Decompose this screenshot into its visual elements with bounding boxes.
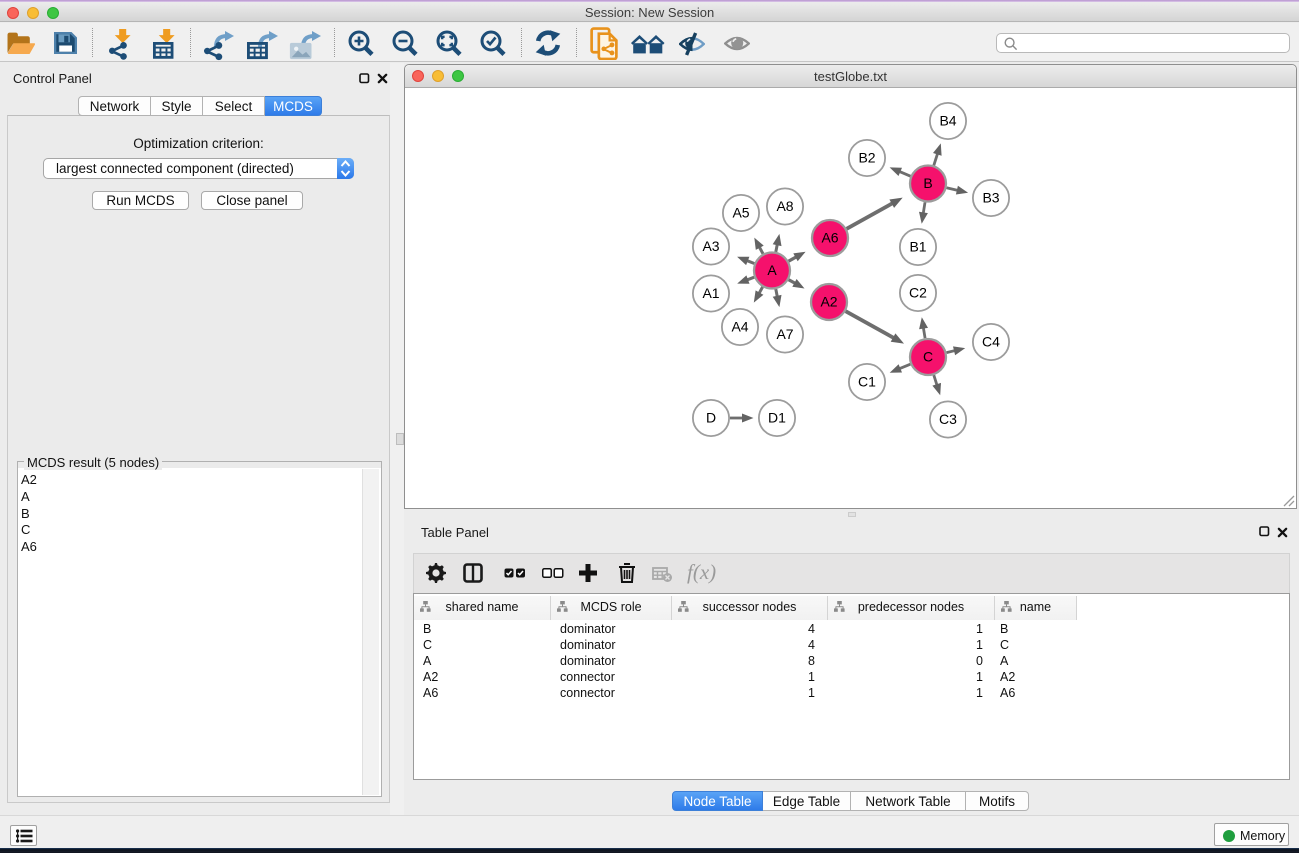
svg-text:D1: D1	[768, 410, 786, 426]
svg-text:A: A	[767, 262, 777, 278]
svg-text:A3: A3	[702, 238, 719, 254]
svg-text:B4: B4	[939, 113, 956, 129]
svg-text:C2: C2	[909, 285, 927, 301]
svg-text:B: B	[923, 175, 932, 191]
svg-text:B2: B2	[858, 150, 875, 166]
svg-text:C1: C1	[858, 374, 876, 390]
svg-text:A5: A5	[732, 205, 749, 221]
svg-text:B1: B1	[909, 239, 926, 255]
svg-text:A2: A2	[820, 294, 837, 310]
svg-text:C3: C3	[939, 411, 957, 427]
svg-text:A1: A1	[702, 285, 719, 301]
svg-text:B3: B3	[982, 190, 999, 206]
svg-text:A6: A6	[821, 230, 838, 246]
svg-text:C: C	[923, 349, 933, 365]
svg-text:A7: A7	[776, 326, 793, 342]
svg-text:A8: A8	[776, 198, 793, 214]
svg-text:A4: A4	[731, 319, 748, 335]
svg-text:C4: C4	[982, 334, 1000, 350]
svg-text:D: D	[706, 410, 716, 426]
